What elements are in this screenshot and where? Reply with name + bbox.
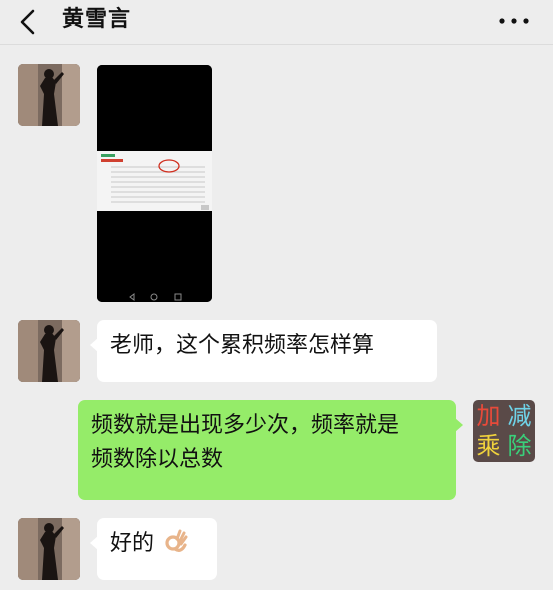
more-button[interactable] (497, 10, 531, 32)
avatar-char: 减 (507, 402, 532, 430)
chevron-left-icon (20, 9, 35, 35)
message-text-line: 频数除以总数 (91, 447, 224, 472)
my-avatar[interactable]: 加 减 乘 除 (473, 400, 535, 462)
more-dots-icon (499, 18, 529, 24)
ok-hand-icon (165, 529, 188, 552)
chat-header: 黄雪言 (0, 0, 553, 45)
message-text-line: 频数就是出现多少次，频率就是 (91, 413, 400, 438)
contact-avatar[interactable] (18, 320, 80, 382)
avatar-char: 乘 (476, 432, 501, 460)
message-text: 老师，这个累积频率怎样算 (110, 333, 375, 358)
image-message[interactable] (97, 65, 212, 302)
contact-avatar[interactable] (18, 64, 80, 126)
message-text: 好的 (110, 531, 155, 556)
avatar-char: 加 (476, 402, 501, 430)
message-bubble[interactable]: 好的 (90, 518, 217, 580)
chat-title: 黄雪言 (62, 7, 132, 32)
back-button[interactable] (14, 7, 44, 37)
contact-avatar[interactable] (18, 518, 80, 580)
my-message-bubble[interactable]: 频数就是出现多少次，频率就是 频数除以总数 (78, 400, 463, 500)
avatar-char: 除 (507, 432, 532, 460)
message-bubble[interactable]: 老师，这个累积频率怎样算 (90, 320, 437, 382)
